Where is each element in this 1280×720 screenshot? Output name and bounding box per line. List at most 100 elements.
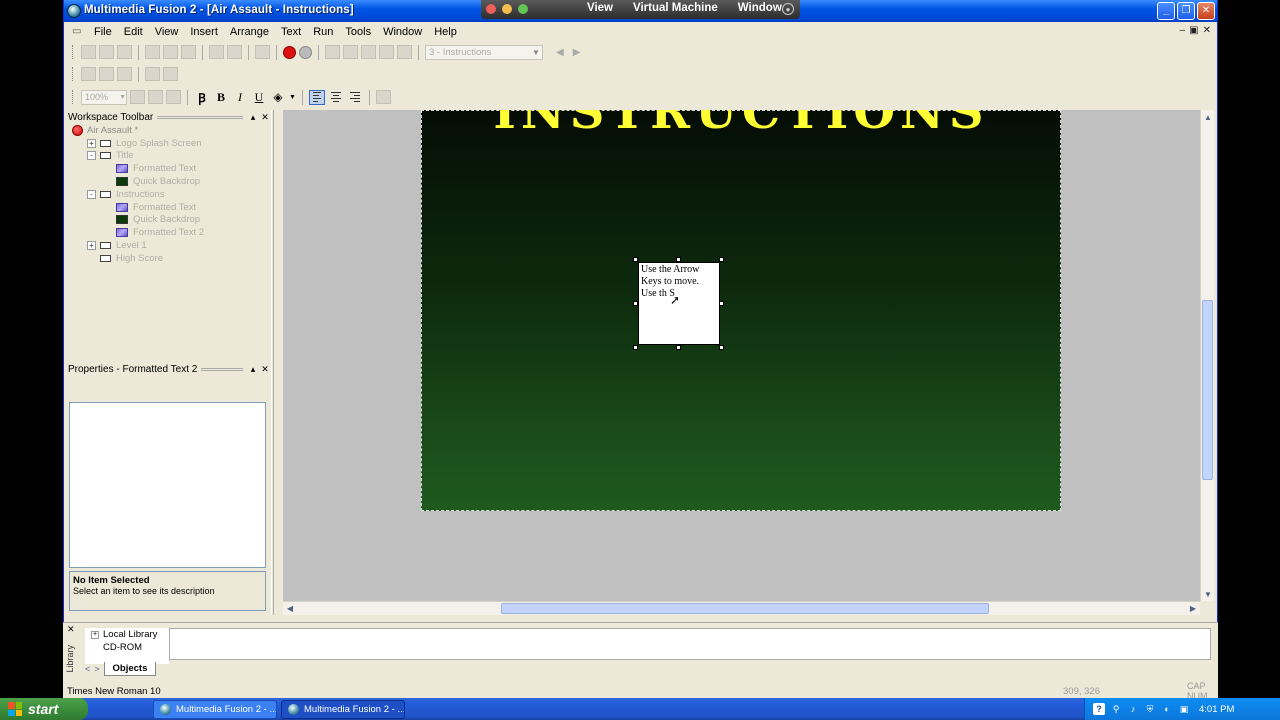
panel-splitter[interactable] (271, 110, 274, 615)
horizontal-scroll-thumb[interactable] (501, 603, 989, 614)
close-icon[interactable]: ✕ (259, 112, 271, 123)
menu-text[interactable]: Text (275, 26, 307, 38)
restore-button[interactable]: ❐ (1177, 2, 1195, 20)
vertical-scroll-thumb[interactable] (1202, 300, 1213, 480)
chevron-down-icon[interactable]: ▼ (289, 94, 296, 101)
menu-help[interactable]: Help (428, 26, 463, 38)
instructions-headline[interactable]: INSTRUCTIONS (421, 110, 1061, 140)
close-icon[interactable]: ✕ (67, 624, 75, 635)
tab-scroll-right-icon[interactable]: > (94, 664, 99, 674)
close-button[interactable]: ✕ (1197, 2, 1215, 20)
menu-arrange[interactable]: Arrange (224, 26, 275, 38)
chevron-down-icon[interactable]: ▼ (119, 94, 126, 101)
next-frame-icon[interactable]: ▶ (573, 47, 581, 58)
resize-handle[interactable] (719, 301, 724, 306)
workspace-tree-item[interactable]: Formatted Text (64, 201, 271, 214)
frame-editor-icon[interactable] (343, 45, 358, 59)
menu-view[interactable]: View (149, 26, 185, 38)
scroll-right-icon[interactable]: ▶ (1186, 602, 1200, 616)
menu-window[interactable]: Window (377, 26, 428, 38)
properties-list[interactable] (69, 402, 266, 568)
panel-grip[interactable] (201, 367, 243, 371)
text-align-left-icon[interactable] (308, 89, 325, 105)
align-right-icon[interactable] (117, 67, 132, 81)
start-button[interactable]: start (0, 698, 88, 720)
volume-icon[interactable]: ♪ (1127, 703, 1139, 715)
resize-handle[interactable] (676, 257, 681, 262)
record-icon[interactable] (299, 45, 312, 59)
panel-grip[interactable] (157, 115, 243, 119)
snap-icon[interactable] (148, 90, 163, 104)
open-icon[interactable] (99, 45, 114, 59)
chevron-down-icon[interactable]: ▼ (530, 48, 542, 57)
frame-canvas[interactable]: INSTRUCTIONS Use the Arrow Keys to move.… (421, 110, 1061, 511)
frame-select[interactable]: 3 - Instructions ▼ (425, 44, 543, 60)
mdi-restore-icon[interactable]: ▣ (1189, 25, 1198, 36)
grid-icon[interactable] (130, 90, 145, 104)
text-align-right-icon[interactable] (347, 90, 363, 105)
workspace-tree-item[interactable]: Quick Backdrop (64, 175, 271, 188)
font-icon[interactable]: Ꞵ (194, 89, 210, 106)
pin-icon[interactable]: ▴ (247, 112, 259, 123)
menu-file[interactable]: File (88, 26, 118, 38)
collapse-icon[interactable]: - (87, 189, 96, 199)
toolbar-grip[interactable] (72, 67, 75, 81)
toolbar-grip[interactable] (72, 45, 75, 59)
taskbar-item[interactable]: Multimedia Fusion 2 - ... (153, 700, 277, 719)
bring-front-icon[interactable] (145, 67, 160, 81)
resize-handle[interactable] (719, 257, 724, 262)
text-properties-icon[interactable] (375, 90, 391, 104)
vm-status-icon[interactable]: ● (782, 3, 794, 15)
workspace-tree-item[interactable]: Quick Backdrop (64, 214, 271, 227)
vm-minimize-icon[interactable] (502, 4, 512, 14)
resize-handle[interactable] (719, 345, 724, 350)
tab-objects[interactable]: Objects (103, 662, 157, 676)
close-icon[interactable]: ✕ (259, 364, 271, 375)
text-align-center-icon[interactable] (328, 90, 344, 105)
underline-button[interactable]: U (251, 90, 267, 105)
redo-icon[interactable] (227, 45, 242, 59)
library-item-local[interactable]: + Local Library (85, 628, 169, 641)
align-left-icon[interactable] (81, 67, 96, 81)
zoom-icon[interactable] (166, 90, 181, 104)
scroll-up-icon[interactable]: ▲ (1201, 110, 1215, 124)
library-icon[interactable] (255, 45, 270, 59)
display-icon[interactable]: ▣ (1178, 703, 1190, 715)
minimize-button[interactable]: _ (1157, 2, 1175, 20)
taskbar-item[interactable]: Multimedia Fusion 2 - ... (281, 700, 405, 719)
italic-button[interactable]: I (232, 90, 248, 105)
zoom-select[interactable]: 100% ▼ (81, 89, 127, 105)
copy-icon[interactable] (163, 45, 178, 59)
data-elements-icon[interactable] (397, 45, 412, 59)
resize-handle[interactable] (633, 345, 638, 350)
menu-run[interactable]: Run (307, 26, 339, 38)
align-center-icon[interactable] (99, 67, 114, 81)
scroll-left-icon[interactable]: ◀ (283, 602, 297, 616)
expand-icon[interactable]: + (87, 241, 96, 251)
menu-insert[interactable]: Insert (184, 26, 224, 38)
stop-icon[interactable] (283, 45, 296, 59)
expand-icon[interactable]: + (91, 630, 99, 639)
update-icon[interactable]: ◐ (1161, 703, 1173, 715)
mdi-close-icon[interactable]: ✕ (1203, 25, 1211, 36)
library-content[interactable] (169, 628, 1211, 660)
vm-menu-window[interactable]: Window (738, 2, 782, 14)
workspace-tree-item[interactable]: Formatted Text 2 (64, 226, 271, 239)
save-icon[interactable] (117, 45, 132, 59)
mdi-minimize-icon[interactable]: – (1180, 25, 1186, 36)
prev-frame-icon[interactable]: ◀ (556, 47, 564, 58)
new-icon[interactable] (81, 45, 96, 59)
undo-icon[interactable] (209, 45, 224, 59)
resize-handle[interactable] (633, 257, 638, 262)
storyboard-icon[interactable] (325, 45, 340, 59)
menu-edit[interactable]: Edit (118, 26, 149, 38)
workspace-tree-item[interactable]: - Instructions (64, 188, 271, 201)
workspace-tree-item[interactable]: Formatted Text (64, 162, 271, 175)
send-back-icon[interactable] (163, 67, 178, 81)
vm-menu-virtual-machine[interactable]: Virtual Machine (633, 2, 718, 14)
event-editor-icon[interactable] (361, 45, 376, 59)
frame-editor[interactable]: INSTRUCTIONS Use the Arrow Keys to move.… (283, 110, 1200, 601)
vertical-scrollbar[interactable]: ▲ ▼ (1200, 110, 1214, 601)
toolbar-grip[interactable] (72, 90, 75, 104)
resize-handle[interactable] (633, 301, 638, 306)
